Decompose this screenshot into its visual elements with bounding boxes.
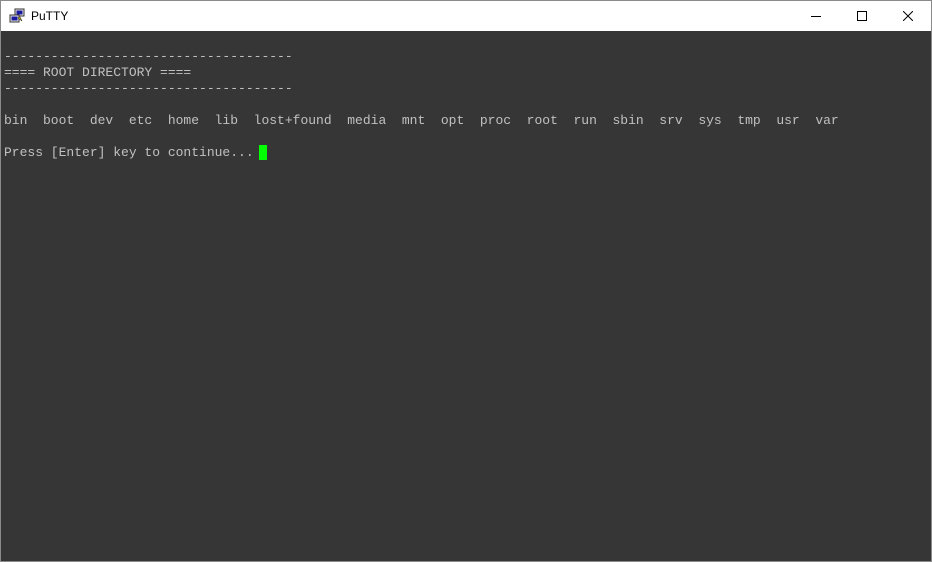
close-button[interactable] [885,1,931,31]
root-directory-heading: ==== ROOT DIRECTORY ==== [4,65,192,80]
separator-line-top: ------------------------------------- [4,49,293,64]
minimize-button[interactable] [793,1,839,31]
maximize-icon [857,11,867,21]
title-bar[interactable]: PuTTY [1,1,931,31]
window-title: PuTTY [31,9,69,23]
separator-line-bottom: ------------------------------------- [4,81,293,96]
continue-prompt: Press [Enter] key to continue... [4,145,254,160]
putty-icon[interactable] [9,8,25,24]
close-icon [903,11,913,21]
directory-listing: bin boot dev etc home lib lost+found med… [4,113,839,128]
putty-window: PuTTY ----------------------------------… [0,0,932,562]
maximize-button[interactable] [839,1,885,31]
minimize-icon [811,16,821,17]
terminal-area[interactable]: ------------------------------------- ==… [1,31,931,561]
terminal-cursor [259,145,267,160]
